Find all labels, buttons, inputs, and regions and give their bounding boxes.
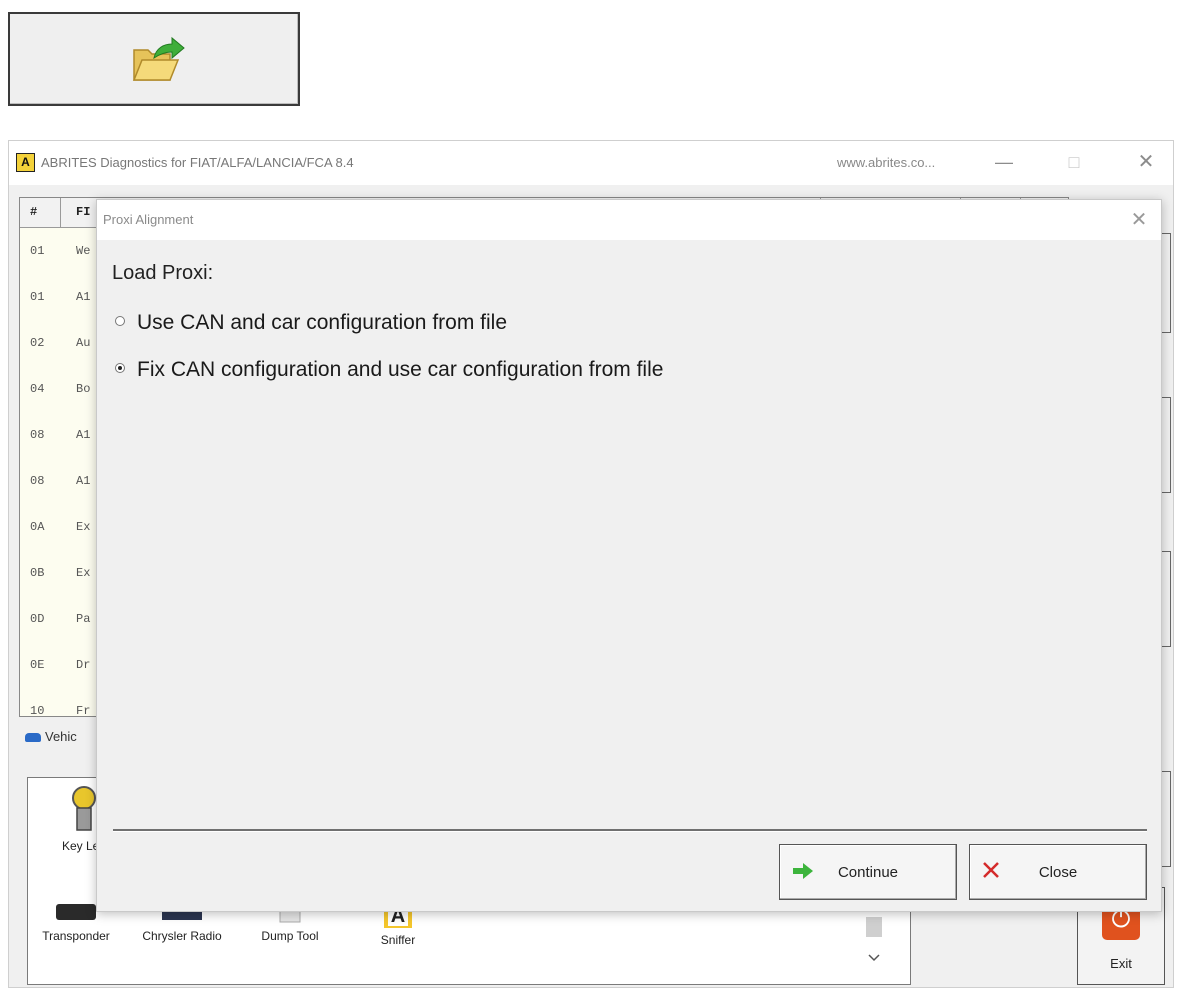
open-folder-icon bbox=[132, 36, 185, 81]
window-title: ABRITES Diagnostics for FIAT/ALFA/LANCIA… bbox=[41, 155, 354, 170]
minimize-button[interactable]: — bbox=[989, 149, 1019, 175]
app-logo: A bbox=[16, 153, 35, 172]
dialog-titlebar: Proxi Alignment ✕ bbox=[97, 200, 1161, 240]
maximize-button[interactable]: □ bbox=[1059, 149, 1089, 175]
scrollbar[interactable] bbox=[863, 917, 885, 965]
close-label: Close bbox=[1038, 864, 1078, 881]
column-header-number[interactable]: # bbox=[30, 205, 37, 219]
continue-label: Continue bbox=[837, 864, 899, 881]
window-titlebar: A ABRITES Diagnostics for FIAT/ALFA/LANC… bbox=[9, 141, 1173, 185]
continue-button[interactable]: Continue bbox=[779, 844, 957, 900]
window-close-button[interactable]: ✕ bbox=[1131, 149, 1161, 175]
tool-label: Sniffer bbox=[380, 933, 416, 947]
open-file-button[interactable] bbox=[8, 12, 300, 106]
close-button[interactable]: Close bbox=[969, 844, 1147, 900]
dialog-heading: Load Proxi: bbox=[112, 262, 214, 284]
dialog-title: Proxi Alignment bbox=[103, 212, 194, 227]
dialog-separator bbox=[113, 829, 1147, 832]
tool-label: Chrysler Radio bbox=[142, 929, 222, 943]
radio-icon[interactable] bbox=[115, 316, 125, 327]
radio-label: Fix CAN configuration and use car config… bbox=[137, 358, 664, 381]
radio-option-use-can-config[interactable]: Use CAN and car configuration from file bbox=[115, 311, 507, 335]
tool-label: Dump Tool bbox=[261, 929, 319, 943]
dialog-close-icon[interactable]: ✕ bbox=[1125, 206, 1153, 234]
radio-option-fix-can-config[interactable]: Fix CAN configuration and use car config… bbox=[115, 358, 663, 382]
radio-label: Use CAN and car configuration from file bbox=[137, 311, 507, 334]
proxi-alignment-dialog: Proxi Alignment ✕ Load Proxi: Use CAN an… bbox=[96, 199, 1162, 912]
window-url[interactable]: www.abrites.co... bbox=[837, 155, 935, 170]
radio-selected-icon[interactable] bbox=[115, 363, 125, 374]
transponder-icon bbox=[56, 904, 96, 920]
vehicle-tab-label: Vehic bbox=[45, 729, 77, 744]
tool-label: Transponder bbox=[42, 929, 110, 943]
exit-label: Exit bbox=[1110, 956, 1132, 971]
car-icon bbox=[25, 733, 41, 743]
column-header-name[interactable]: FI bbox=[76, 205, 90, 219]
vehicle-tab[interactable]: Vehic bbox=[25, 729, 77, 744]
